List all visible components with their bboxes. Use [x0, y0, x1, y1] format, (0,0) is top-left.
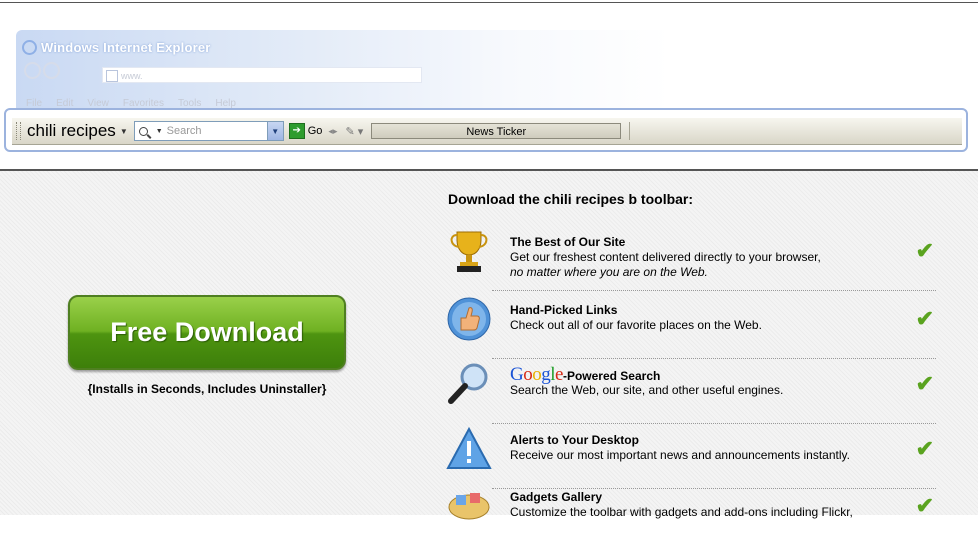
feature-title: Hand-Picked Links [510, 303, 618, 317]
feature-divider [492, 358, 936, 359]
toolbar-separator [629, 122, 631, 140]
ie-title: Windows Internet Explorer [41, 39, 211, 55]
page-icon [106, 70, 118, 82]
ie-logo-icon [22, 39, 37, 55]
alert-icon [446, 426, 492, 469]
search-box[interactable]: ▼ Search ▼ [133, 121, 284, 141]
check-icon: ✔ [915, 436, 934, 461]
toolbar-grip[interactable] [16, 122, 21, 140]
feature-desc: Check out all of our favorite places on … [510, 318, 762, 333]
ie-address-text: www. [121, 71, 143, 81]
toolbar-brand-menu[interactable]: chili recipes [27, 121, 116, 141]
check-icon: ✔ [915, 371, 934, 396]
toolbar: chili recipes ▼ ▼ Search ▼ ➔ Go ◂▸ ✎ ▾ N… [12, 117, 962, 145]
go-arrow-icon[interactable]: ➔ [288, 123, 305, 139]
search-input[interactable]: Search [167, 125, 202, 137]
feature-desc: Get our freshest content delivered direc… [510, 250, 821, 280]
feature-desc-line: Customize the toolbar with gadgets and a… [510, 505, 853, 519]
ie-nav-buttons [24, 62, 62, 92]
feature-desc-line: Receive our most important news and anno… [510, 448, 850, 462]
chevron-down-icon[interactable]: ▼ [156, 128, 163, 135]
feature-desc: Receive our most important news and anno… [510, 448, 850, 463]
check-icon: ✔ [915, 493, 934, 518]
feature-desc-line: Search the Web, our site, and other usef… [510, 383, 784, 397]
feature-title: Alerts to Your Desktop [510, 433, 639, 447]
content-area: Free Download {Installs in Seconds, Incl… [0, 171, 978, 520]
ie-address-bar: www. [102, 67, 422, 83]
feature-item: Google-Powered Search Search the Web, ou… [446, 361, 936, 424]
scroll-arrows-icon[interactable]: ◂▸ [328, 126, 337, 137]
chevron-down-icon[interactable]: ▼ [120, 127, 128, 136]
check-icon: ✔ [915, 238, 934, 263]
google-logo-letter: o [532, 364, 542, 385]
check-icon: ✔ [915, 306, 934, 331]
google-logo-letter: e [555, 364, 563, 385]
ie-titlebar: Windows Internet Explorer [22, 38, 211, 56]
google-logo-letter: o [523, 364, 533, 385]
free-download-label: Free Download [110, 317, 304, 347]
feature-desc-line: Check out all of our favorite places on … [510, 318, 762, 332]
google-logo-letter: g [541, 364, 551, 385]
back-icon [24, 62, 41, 79]
trophy-icon [450, 231, 488, 272]
thumbs-up-icon [447, 297, 491, 341]
feature-divider [492, 423, 936, 424]
feature-title: The Best of Our Site [510, 235, 626, 249]
feature-item: Alerts to Your Desktop Receive our most … [446, 426, 936, 489]
feature-title-text: -Powered Search [562, 369, 661, 383]
feature-desc-line: no matter where you are on the Web. [510, 265, 708, 279]
feature-item: Gadgets Gallery Customize the toolbar wi… [446, 483, 936, 545]
feature-divider [492, 290, 936, 291]
gadgets-icon [448, 493, 490, 520]
features-heading: Download the chili recipes b toolbar: [448, 191, 694, 207]
highlighter-icon[interactable]: ✎ ▾ [345, 125, 363, 138]
install-note: {Installs in Seconds, Includes Uninstall… [87, 382, 327, 396]
google-logo-letter: G [510, 364, 524, 385]
forward-icon [43, 62, 60, 79]
free-download-button[interactable]: Free Download [68, 295, 346, 370]
magnifier-icon [448, 363, 488, 404]
go-button[interactable]: Go [308, 125, 323, 137]
feature-desc: Customize the toolbar with gadgets and a… [510, 505, 853, 520]
feature-item: The Best of Our Site Get our freshest co… [446, 228, 936, 291]
top-rule [0, 2, 978, 3]
feature-title: Gadgets Gallery [510, 490, 603, 504]
toolbar-frame: chili recipes ▼ ▼ Search ▼ ➔ Go ◂▸ ✎ ▾ N… [4, 108, 968, 152]
ie-window-mock: Windows Internet Explorer www. File Edit… [16, 30, 671, 110]
feature-desc: Search the Web, our site, and other usef… [510, 383, 783, 398]
news-ticker[interactable]: News Ticker [371, 123, 622, 139]
search-dropdown-button[interactable]: ▼ [266, 122, 283, 140]
google-logo: Google [510, 364, 563, 385]
feature-item: Hand-Picked Links Check out all of our f… [446, 296, 936, 359]
feature-desc-line: Get our freshest content delivered direc… [510, 250, 821, 264]
search-icon [138, 126, 148, 136]
